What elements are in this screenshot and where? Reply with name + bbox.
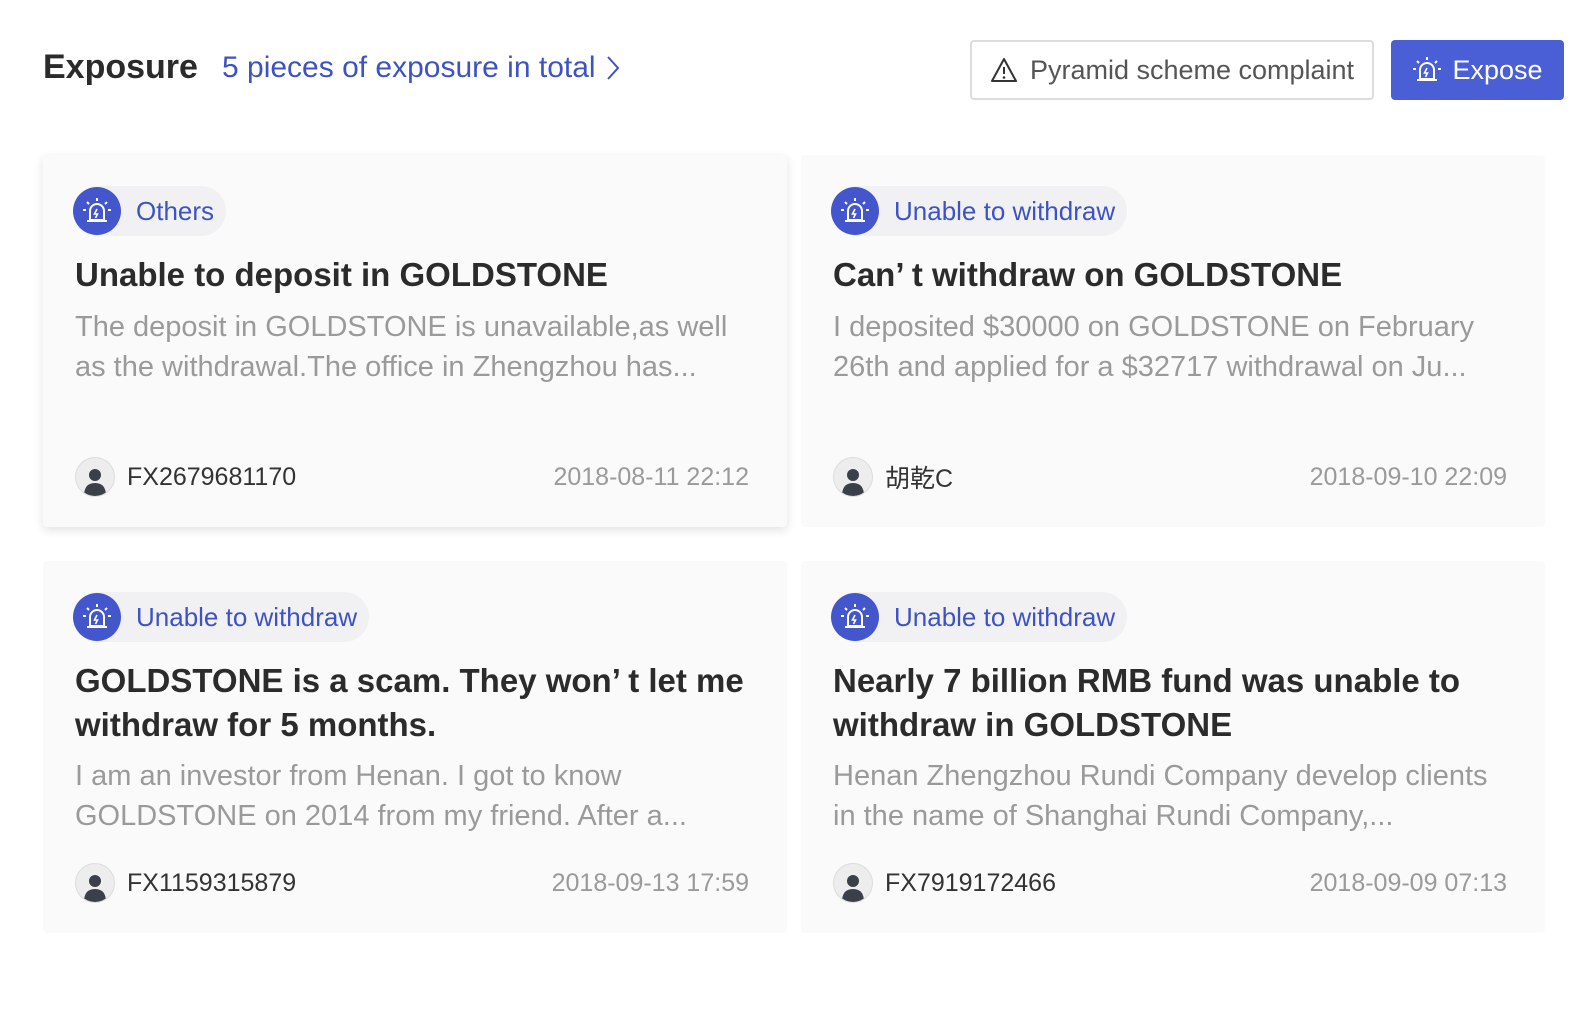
pyramid-complaint-label: Pyramid scheme complaint xyxy=(1029,54,1355,85)
exposure-card[interactable]: Unable to withdraw Nearly 7 billion RMB … xyxy=(801,561,1545,933)
exposure-card[interactable]: Unable to withdraw Can’ t withdraw on GO… xyxy=(801,155,1545,527)
author: FX7919172466 xyxy=(833,863,1056,903)
author-name: 胡乾C xyxy=(885,465,954,493)
page-title: Exposure xyxy=(43,48,198,86)
category-label: Unable to withdraw xyxy=(894,601,1116,632)
category-tag: Unable to withdraw xyxy=(831,592,1128,642)
chevron-right-icon xyxy=(606,55,620,81)
category-label: Unable to withdraw xyxy=(136,601,358,632)
avatar-icon xyxy=(833,863,873,903)
total-exposure-label: 5 pieces of exposure in total xyxy=(222,51,596,84)
card-title: Unable to deposit in GOLDSTONE xyxy=(75,256,608,293)
card-footer: FX2679681170 2018-08-11 22:12 xyxy=(75,457,749,497)
author: FX2679681170 xyxy=(75,457,296,497)
warning-icon xyxy=(990,57,1018,83)
author-name: FX1159315879 xyxy=(127,868,297,897)
alarm-icon xyxy=(1412,55,1442,85)
alarm-icon xyxy=(73,593,121,641)
expose-label: Expose xyxy=(1452,54,1543,85)
author: FX1159315879 xyxy=(75,863,296,903)
author-name: FX7919172466 xyxy=(885,868,1056,897)
pyramid-complaint-button[interactable]: Pyramid scheme complaint xyxy=(970,40,1374,100)
category-label: Unable to withdraw xyxy=(894,195,1116,226)
card-title: Nearly 7 billion RMB fund was unable to … xyxy=(833,662,1461,743)
post-date: 2018-09-13 17:59 xyxy=(551,868,749,897)
alarm-icon xyxy=(73,187,121,235)
exposure-card[interactable]: Others Unable to deposit in GOLDSTONE Th… xyxy=(43,155,787,527)
alarm-icon xyxy=(831,593,879,641)
card-description: I deposited $30000 on GOLDSTONE on Febru… xyxy=(833,311,1475,383)
category-tag: Unable to withdraw xyxy=(73,592,370,642)
card-footer: FX1159315879 2018-09-13 17:59 xyxy=(75,863,749,903)
card-description: I am an investor from Henan. I got to kn… xyxy=(75,760,687,832)
post-date: 2018-09-09 07:13 xyxy=(1309,868,1507,897)
total-exposure-link[interactable]: 5 pieces of exposure in total xyxy=(222,51,620,85)
category-tag: Others xyxy=(73,186,227,236)
card-title: Can’ t withdraw on GOLDSTONE xyxy=(833,256,1343,293)
expose-button[interactable]: Expose xyxy=(1391,40,1564,100)
alarm-icon xyxy=(831,187,879,235)
card-footer: FX7919172466 2018-09-09 07:13 xyxy=(833,863,1507,903)
card-title: GOLDSTONE is a scam. They won’ t let me … xyxy=(75,662,744,743)
avatar-icon xyxy=(75,457,115,497)
avatar-icon xyxy=(75,863,115,903)
card-footer: 胡乾C 2018-09-10 22:09 xyxy=(833,457,1507,497)
category-label: Others xyxy=(136,195,215,226)
author-name: FX2679681170 xyxy=(127,462,297,491)
card-description: Henan Zhengzhou Rundi Company develop cl… xyxy=(833,760,1488,832)
category-tag: Unable to withdraw xyxy=(831,186,1128,236)
post-date: 2018-08-11 22:12 xyxy=(553,462,749,491)
exposure-card[interactable]: Unable to withdraw GOLDSTONE is a scam. … xyxy=(43,561,787,933)
post-date: 2018-09-10 22:09 xyxy=(1309,462,1507,491)
author: 胡乾C xyxy=(833,457,953,497)
page-header: Exposure 5 pieces of exposure in total P… xyxy=(0,0,1592,140)
card-description: The deposit in GOLDSTONE is unavailable,… xyxy=(75,311,728,383)
avatar-icon xyxy=(833,457,873,497)
